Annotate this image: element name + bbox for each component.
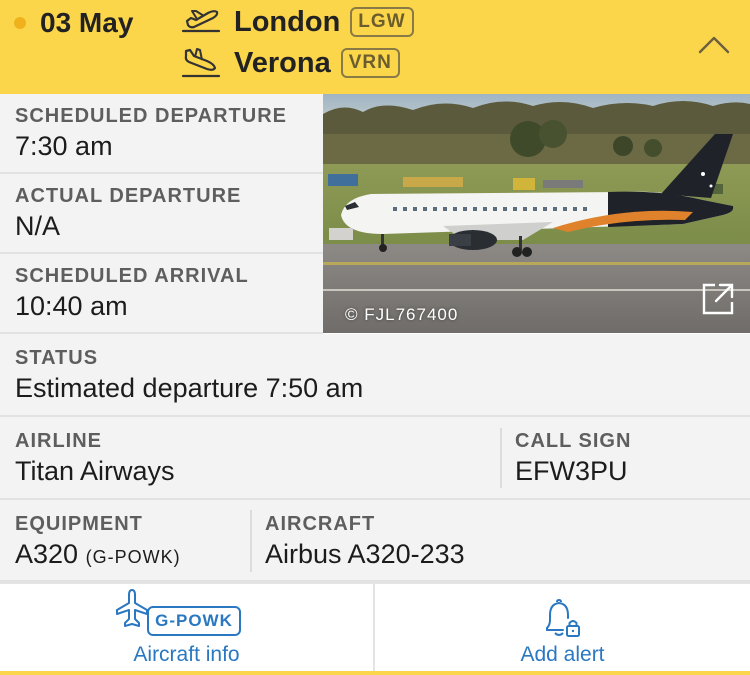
departure-row: London LGW: [180, 4, 414, 40]
chevron-up-icon[interactable]: [694, 30, 734, 60]
arrival-code-badge: VRN: [340, 48, 400, 78]
scheduled-arrival-label: SCHEDULED ARRIVAL: [15, 265, 249, 287]
plane-icon: [116, 589, 148, 627]
arrival-city: Verona: [234, 46, 331, 79]
departure-city: London: [234, 5, 341, 38]
status-cell: STATUS Estimated departure 7:50 am: [0, 334, 750, 417]
departure-code-badge: LGW: [350, 7, 414, 37]
scheduled-departure-label: SCHEDULED DEPARTURE: [15, 105, 287, 127]
aircraft-type-cell: AIRCRAFT Airbus A320-233: [265, 513, 465, 569]
status-label: STATUS: [15, 347, 99, 369]
actual-departure-value: N/A: [15, 211, 61, 241]
landing-icon: [181, 48, 221, 78]
flight-header[interactable]: 03 May London LGW Verona VRN: [0, 0, 750, 94]
arrival-row: Verona VRN: [180, 45, 400, 81]
status-value: Estimated departure 7:50 am: [15, 373, 364, 403]
call-sign-label: CALL SIGN: [515, 430, 632, 452]
scheduled-arrival-cell: SCHEDULED ARRIVAL 10:40 am: [0, 254, 323, 334]
equipment-divider: [250, 510, 252, 572]
status-dot: [14, 17, 26, 29]
aircraft-photo-image: [323, 94, 750, 333]
equipment-registration: (G-POWK): [85, 547, 181, 567]
action-bar: G-POWK Aircraft info Add alert: [0, 582, 750, 675]
add-alert-button[interactable]: Add alert: [375, 584, 750, 673]
photo-credit: © FJL767400: [345, 305, 459, 324]
actual-departure-label: ACTUAL DEPARTURE: [15, 185, 242, 207]
aircraft-type-value: Airbus A320-233: [265, 539, 465, 569]
actual-departure-cell: ACTUAL DEPARTURE N/A: [0, 174, 323, 254]
scheduled-departure-value: 7:30 am: [15, 131, 113, 161]
add-alert-label: Add alert: [520, 643, 605, 666]
airline-value: Titan Airways: [15, 456, 175, 486]
aircraft-info-button[interactable]: G-POWK Aircraft info: [0, 584, 373, 673]
aircraft-type-label: AIRCRAFT: [265, 513, 376, 535]
call-sign-cell: CALL SIGN EFW3PU: [515, 430, 631, 486]
bell-lock-icon: [546, 598, 580, 637]
airline-divider: [500, 428, 502, 488]
airline-label: AIRLINE: [15, 430, 102, 452]
flight-date: 03 May: [40, 7, 134, 38]
scheduled-departure-cell: SCHEDULED DEPARTURE 7:30 am: [0, 94, 323, 174]
external-link-icon[interactable]: [700, 281, 736, 317]
aircraft-photo[interactable]: © FJL767400: [323, 94, 750, 333]
takeoff-icon: [181, 10, 221, 33]
registration-badge: G-POWK: [147, 606, 241, 636]
scheduled-arrival-value: 10:40 am: [15, 291, 128, 321]
equipment-value: A320: [15, 539, 79, 569]
airline-cell: AIRLINE Titan Airways: [0, 417, 750, 500]
call-sign-value: EFW3PU: [515, 456, 628, 486]
bottom-accent-bar: [0, 671, 750, 675]
aircraft-info-label: Aircraft info: [133, 643, 240, 666]
